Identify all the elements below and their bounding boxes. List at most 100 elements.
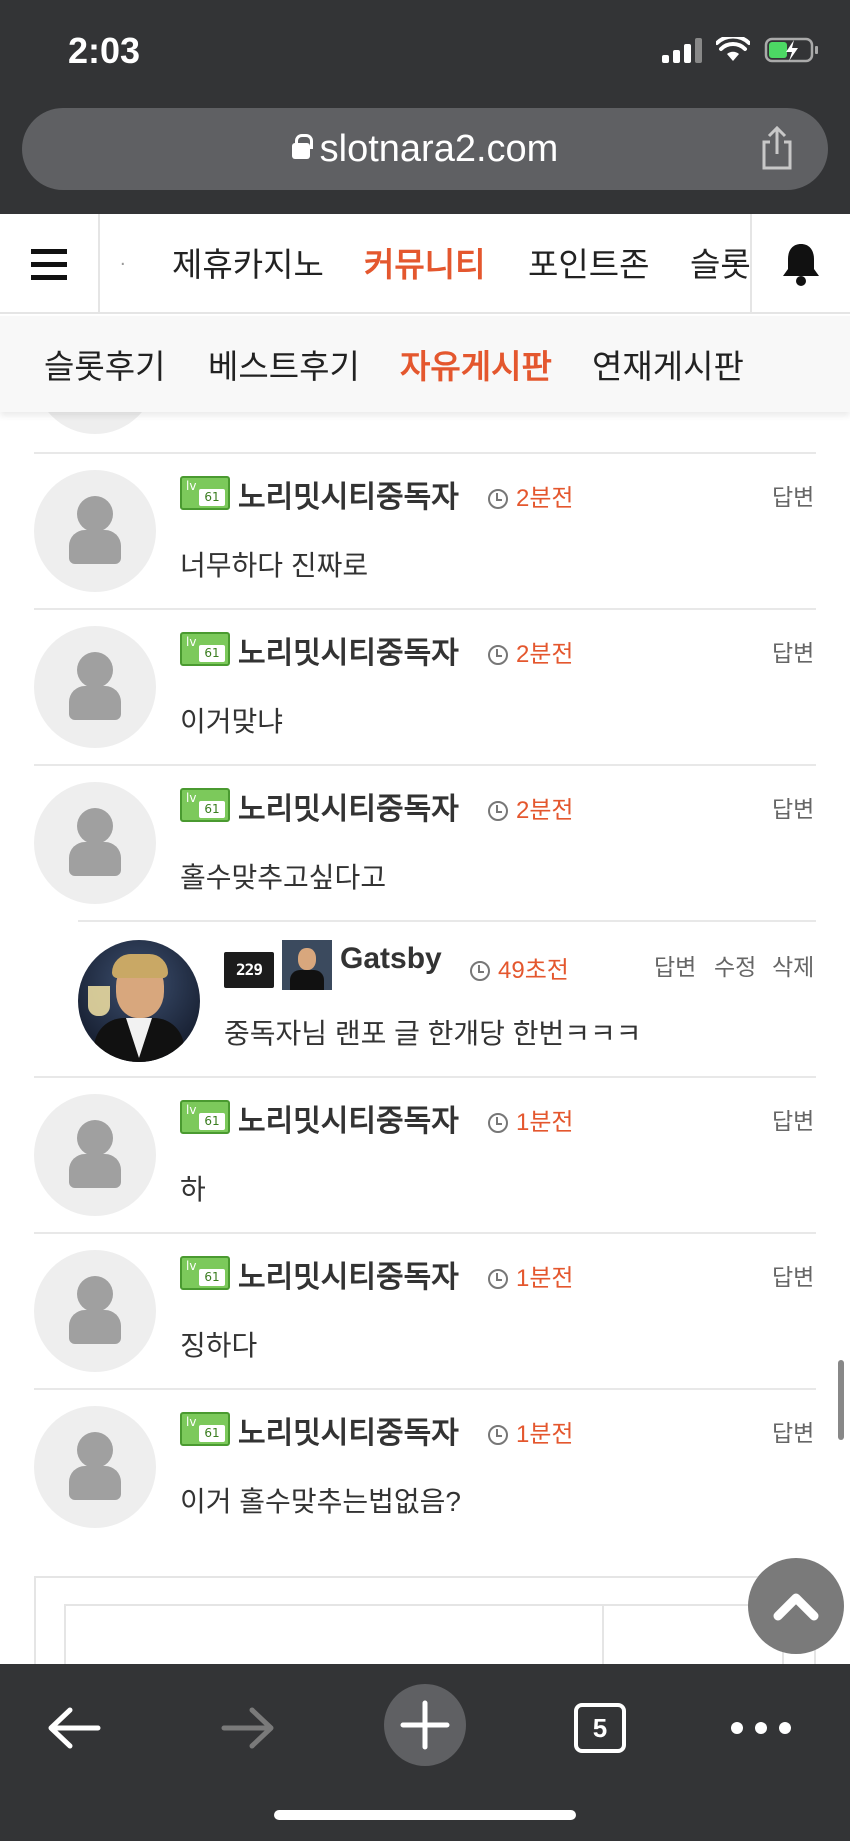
- reply-button[interactable]: 답변: [772, 478, 814, 512]
- comment-time: 49초전: [470, 950, 569, 985]
- bell-icon: [783, 244, 819, 286]
- level-badge: lv 61: [180, 1100, 230, 1134]
- comment-divider: [34, 1232, 816, 1234]
- arrow-right-icon: [221, 1707, 274, 1749]
- mini-avatar: [282, 940, 332, 990]
- subnav-best-review[interactable]: 베스트후기: [208, 340, 360, 388]
- reply-button[interactable]: 답변: [772, 790, 814, 824]
- comment-time: 2분전: [488, 790, 574, 825]
- comment-input-divider: [602, 1604, 604, 1664]
- status-icons: [662, 36, 820, 64]
- comment-divider: [34, 1388, 816, 1390]
- nav-item-community[interactable]: 커뮤니티: [364, 238, 485, 286]
- clock-icon: [488, 1425, 508, 1445]
- comment-text: 이거맞냐: [180, 706, 284, 737]
- reply-button[interactable]: 답변: [772, 1102, 814, 1136]
- back-button[interactable]: [42, 1700, 106, 1756]
- comment-text: 홀수맞추고싶다고: [180, 862, 387, 893]
- url-bar[interactable]: slotnara2.com: [22, 108, 828, 190]
- comment-text: 이거 홀수맞추는법없음?: [180, 1486, 461, 1517]
- comment-divider: [34, 764, 816, 766]
- comment-text: 너무하다 진짜로: [180, 550, 369, 581]
- url-text: slotnara2.com: [319, 128, 559, 170]
- subnav-serial-board[interactable]: 연재게시판: [592, 340, 744, 388]
- level-badge: lv 61: [180, 788, 230, 822]
- level-badge: lv 61: [180, 632, 230, 666]
- tabs-button[interactable]: 5: [572, 1700, 628, 1756]
- comment-author[interactable]: 노리밋시티중독자: [238, 472, 459, 516]
- nav-overflow-dot: .: [120, 248, 126, 270]
- hamburger-menu-icon[interactable]: [0, 214, 100, 314]
- subnav-free-board[interactable]: 자유게시판: [400, 340, 552, 388]
- plus-icon: [400, 1700, 450, 1750]
- clock-icon: [488, 1269, 508, 1289]
- delete-button[interactable]: 삭제: [772, 948, 814, 982]
- nav-item-partner-casino[interactable]: 제휴카지노: [172, 238, 324, 286]
- avatar[interactable]: [34, 1406, 156, 1528]
- comment-text: 중독자님 랜포 글 한개당 한번ㅋㅋㅋ: [224, 1018, 642, 1049]
- nav-item-slot[interactable]: 슬롯: [690, 238, 750, 286]
- comment-time: 1분전: [488, 1258, 574, 1293]
- scrollbar[interactable]: [838, 1360, 844, 1440]
- clock-icon: [488, 801, 508, 821]
- cellular-signal-icon: [662, 37, 702, 63]
- subnav-slot-review[interactable]: 슬롯후기: [44, 340, 165, 388]
- avatar[interactable]: [34, 470, 156, 592]
- comment-author[interactable]: 노리밋시티중독자: [238, 1096, 459, 1140]
- avatar[interactable]: [34, 1250, 156, 1372]
- comment-text: 하: [180, 1174, 206, 1205]
- avatar: [34, 412, 156, 434]
- reply-button[interactable]: 답변: [654, 948, 696, 982]
- comment-text: 징하다: [180, 1330, 258, 1361]
- more-dots-icon: [731, 1722, 791, 1734]
- wifi-icon: [716, 37, 750, 61]
- reply-button[interactable]: 답변: [772, 1258, 814, 1292]
- clock-icon: [488, 489, 508, 509]
- reply-button[interactable]: 답변: [772, 634, 814, 668]
- arrow-left-icon: [48, 1707, 101, 1749]
- comment-time: 2분전: [488, 634, 574, 669]
- notification-button[interactable]: [750, 214, 850, 314]
- share-icon[interactable]: [760, 126, 794, 170]
- main-nav-scroller: . 제휴카지노 커뮤니티 포인트존 슬롯: [100, 214, 750, 314]
- clock-icon: [488, 1113, 508, 1133]
- level-badge: lv 61: [180, 1412, 230, 1446]
- comment-author[interactable]: 노리밋시티중독자: [238, 628, 459, 672]
- new-tab-button[interactable]: [384, 1684, 466, 1766]
- avatar[interactable]: [34, 1094, 156, 1216]
- comment-author[interactable]: 노리밋시티중독자: [238, 1252, 459, 1296]
- url-display: slotnara2.com: [22, 128, 828, 171]
- rank-badge: 229: [224, 952, 274, 988]
- comment-author[interactable]: 노리밋시티중독자: [238, 784, 459, 828]
- reply-button[interactable]: 답변: [772, 1414, 814, 1448]
- avatar[interactable]: [34, 626, 156, 748]
- forward-button[interactable]: [216, 1700, 280, 1756]
- comment-list: lv 61 노리밋시티중독자 2분전 답변 너무하다 진짜로 lv 61 노리밋시티…: [0, 412, 850, 1664]
- avatar[interactable]: [34, 782, 156, 904]
- browser-chrome-top: 2:03 slotnara2.com: [0, 0, 850, 214]
- battery-charging-icon: [764, 37, 818, 63]
- comment-time: 2분전: [488, 478, 574, 513]
- status-time: 2:03: [68, 30, 141, 71]
- tab-count: 5: [574, 1703, 626, 1753]
- edit-button[interactable]: 수정: [714, 948, 756, 982]
- more-button[interactable]: [728, 1700, 794, 1756]
- nav-item-point-zone[interactable]: 포인트존: [528, 238, 649, 286]
- comment-time: 1분전: [488, 1102, 574, 1137]
- scroll-to-top-button[interactable]: [748, 1558, 844, 1654]
- clock-icon: [470, 961, 490, 981]
- comment-author[interactable]: Gatsby: [340, 942, 442, 976]
- comment-author[interactable]: 노리밋시티중독자: [238, 1408, 459, 1452]
- board-sub-nav: 슬롯후기 베스트후기 자유게시판 연재게시판: [0, 316, 850, 412]
- chevron-up-icon: [773, 1593, 819, 1621]
- clock-icon: [488, 645, 508, 665]
- lock-icon: [291, 134, 313, 159]
- comment-divider: [34, 452, 816, 454]
- comment-time: 1분전: [488, 1414, 574, 1449]
- site-main-nav: . 제휴카지노 커뮤니티 포인트존 슬롯: [0, 214, 850, 314]
- level-badge: lv 61: [180, 476, 230, 510]
- comment-divider: [34, 1076, 816, 1078]
- home-indicator: [274, 1810, 576, 1820]
- comment-divider: [78, 920, 816, 922]
- avatar-gatsby[interactable]: [78, 940, 200, 1062]
